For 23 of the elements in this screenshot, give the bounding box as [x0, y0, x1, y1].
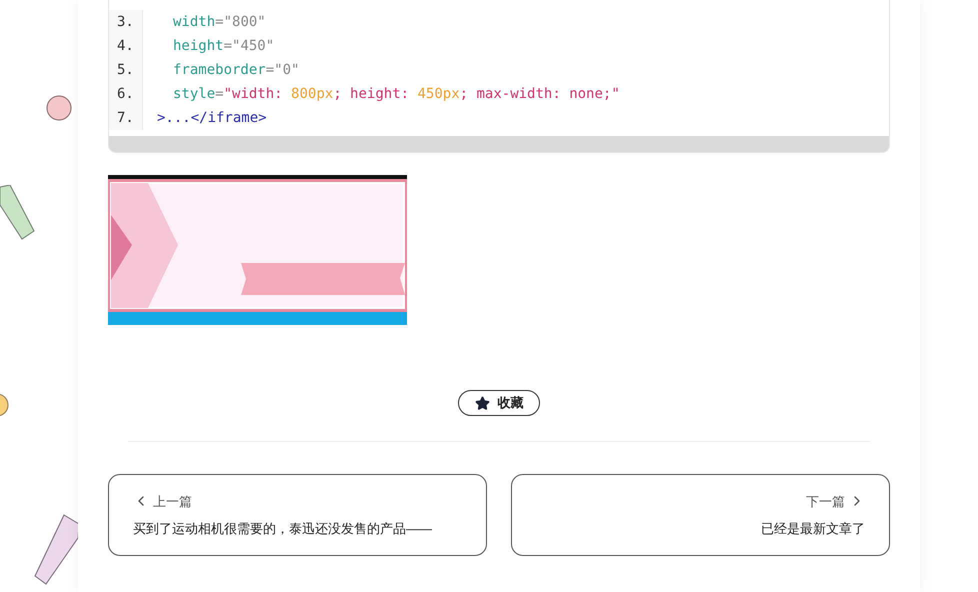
confetti-dot-drawing [0, 392, 10, 418]
code-line: >...</iframe> [156, 109, 268, 128]
star-icon [474, 396, 490, 410]
confetti-strip-drawing [0, 185, 36, 241]
line-number: 4. [116, 37, 135, 56]
previous-article-link[interactable]: 上一篇 买到了运动相机很需要的，泰迅还没发售的产品—— [108, 474, 487, 556]
horizontal-scrollbar[interactable] [109, 136, 889, 152]
code-line: width="800" [172, 13, 267, 32]
line-number: 6. [116, 85, 135, 104]
nav-label: 上一篇 [133, 492, 192, 511]
nav-label: 下一篇 [806, 492, 865, 511]
line-number: 7. [116, 109, 135, 128]
next-article-link[interactable]: 下一篇 已经是最新文章了 [511, 474, 890, 556]
favorite-button[interactable]: 收藏 [458, 390, 540, 416]
article-title: 已经是最新文章了 [761, 520, 865, 538]
line-number: 3. [116, 13, 135, 32]
code-line: frameborder="0" [172, 61, 300, 80]
line-number: 5. [116, 61, 135, 80]
confetti-dot-drawing [46, 95, 72, 121]
article-title: 买到了运动相机很需要的，泰迅还没发售的产品—— [133, 520, 432, 538]
code-line: style="width: 800px; height: 450px; max-width: none;" [172, 85, 620, 104]
code-line: height="450" [172, 37, 276, 56]
confetti-strip-drawing [34, 514, 80, 586]
